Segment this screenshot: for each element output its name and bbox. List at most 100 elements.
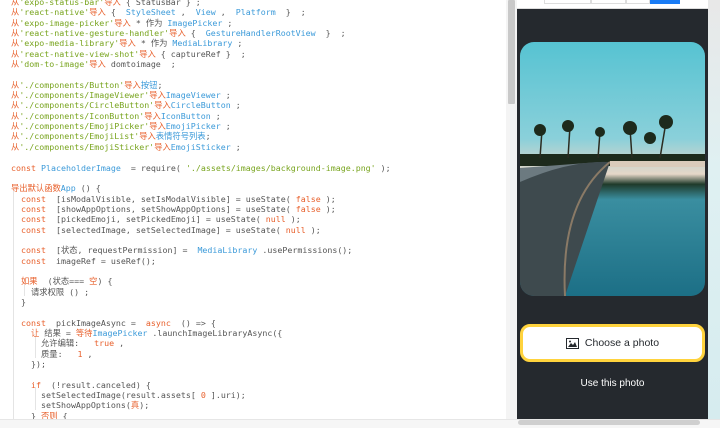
code-token: ); — [305, 224, 321, 235]
code-token: 导入 — [124, 79, 141, 90]
code-token: } ; — [275, 7, 306, 18]
code-line: const [状态, requestPermission] = MediaLib… — [11, 245, 391, 255]
code-token: * 作为 — [130, 17, 168, 28]
code-token: 导入 — [104, 0, 121, 7]
code-line: if (!result.canceled) { — [11, 380, 391, 390]
code-token: , — [82, 348, 93, 359]
code-line: const [pickedEmoji, setPickedEmoji] = us… — [11, 214, 391, 224]
code-token: PlaceholderImage — [40, 162, 121, 173]
code-token: ; — [205, 131, 211, 142]
code-token: ); — [285, 214, 301, 225]
code-line: 从'expo-media-library'导入 * 作为 MediaLibrar… — [11, 38, 391, 48]
code-token: './components/EmojiSticker' — [19, 141, 155, 152]
code-editor[interactable]: 从'expo-status-bar'导入 { StatusBar } ; 从're… — [0, 0, 506, 428]
code-token: () => { — [175, 317, 216, 328]
code-token: ) { — [97, 276, 113, 287]
code-line: 从'react-native-view-shot'导入 { captureRef… — [11, 49, 391, 59]
choose-photo-label: Choose a photo — [584, 337, 660, 349]
scrollbar-thumb[interactable] — [508, 0, 515, 104]
code-token: domtoimage ; — [105, 59, 176, 70]
code-token: 'react-native-view-shot' — [19, 48, 140, 59]
code-line: 从'expo-status-bar'导入 { StatusBar } ; — [11, 0, 391, 7]
code-line: 从'./components/EmojiSticker'导入EmojiStick… — [11, 142, 391, 152]
code-token: ; — [157, 79, 163, 90]
code-token: ); — [320, 203, 336, 214]
code-token: { captureRef } ; — [155, 48, 246, 59]
code-token: IconButton — [160, 110, 211, 121]
code-token: 让 — [11, 328, 45, 338]
code-token: StyleSheet — [125, 7, 176, 18]
code-token: './components/CircleButton' — [19, 100, 155, 111]
code-token: false — [295, 203, 321, 214]
code-token: if — [11, 379, 46, 390]
code-token: { StatusBar } ; — [120, 0, 201, 7]
horizontal-scrollbar-thumb[interactable] — [518, 420, 700, 425]
code-token: App — [60, 183, 76, 194]
code-token: ); — [139, 400, 150, 411]
code-line: 让 结果 = 等待ImagePicker .launchImageLibrary… — [11, 328, 391, 338]
code-line: const [selectedImage, setSelectedImage] … — [11, 225, 391, 235]
code-token: async — [145, 317, 176, 328]
code-token: (!result.canceled) { — [45, 379, 151, 390]
code-token: ; — [220, 121, 231, 132]
code-token: const — [11, 193, 51, 204]
code-token: 导入 — [169, 28, 186, 39]
code-token: const — [11, 162, 41, 173]
code-line: 请求权限 () ; — [11, 287, 391, 297]
code-token: ; — [210, 110, 221, 121]
code-token: null — [285, 224, 306, 235]
toolbar-tab[interactable] — [626, 0, 650, 4]
code-token: 表情符号列表 — [155, 131, 206, 142]
code-token: 导入 — [89, 59, 106, 70]
code-token: [pickedEmoji, setPickedEmoji] = useState… — [50, 214, 266, 225]
code-line: 从'./components/CircleButton'导入CircleButt… — [11, 100, 391, 110]
toolbar-tab-active[interactable] — [650, 0, 680, 4]
code-token: true — [94, 338, 115, 349]
code-token: './components/ImageViewer' — [19, 90, 150, 101]
code-token: const — [11, 317, 51, 328]
code-token: 导出默认函数 — [11, 183, 61, 194]
code-line: 从'expo-image-picker'导入 * 作为 ImagePicker … — [11, 18, 391, 28]
code-token: ; — [222, 17, 233, 28]
code-token: './components/EmojiPicker' — [19, 121, 150, 132]
code-token: ].uri); — [205, 390, 246, 401]
code-token: 等待 — [75, 328, 93, 338]
code-token: , — [215, 7, 236, 18]
code-token: * 作为 — [135, 38, 173, 49]
code-line: 从'react-native-gesture-handler'导入 { Gest… — [11, 28, 391, 38]
image-viewer — [520, 42, 705, 296]
code-token: './components/Button' — [19, 79, 125, 90]
code-line: }); — [11, 359, 391, 369]
code-token: 如果 — [11, 276, 43, 287]
code-token: CircleButton — [170, 100, 231, 111]
code-token: ; — [230, 141, 241, 152]
use-this-photo-button[interactable]: Use this photo — [520, 374, 705, 392]
code-line: 从'dom-to-image'导入 domtoimage ; — [11, 59, 391, 69]
code-line: 导出默认函数App () { — [11, 183, 391, 193]
code-token: ImagePicker — [92, 328, 148, 338]
code-token: 导入 — [89, 7, 106, 18]
code-token: MediaLibrary — [172, 38, 233, 49]
code-line: 如果 (状态=== 空) { — [11, 276, 391, 286]
code-token: = require( — [120, 162, 186, 173]
code-content: 从'expo-status-bar'导入 { StatusBar } ; 从're… — [11, 0, 391, 428]
code-token: 质量: — [11, 348, 78, 359]
code-line: const imageRef = useRef(); — [11, 256, 391, 266]
code-token: imageRef = useRef(); — [50, 255, 156, 266]
toolbar-tab[interactable] — [544, 0, 591, 4]
choose-photo-button[interactable]: Choose a photo — [520, 324, 705, 362]
code-token: const — [11, 224, 51, 235]
code-token: 允许编辑: — [11, 338, 95, 349]
code-token: { — [105, 7, 126, 18]
code-token: [isModalVisible, setIsModalVisible] = us… — [50, 193, 296, 204]
toolbar-tab[interactable] — [591, 0, 626, 4]
code-token: setSelectedImage(result.assets[ — [11, 390, 201, 401]
code-line: setShowAppOptions(真); — [11, 400, 391, 410]
code-token: setShowAppOptions( — [11, 400, 131, 411]
code-token: [selectedImage, setSelectedImage] = useS… — [50, 224, 286, 235]
code-line: 从'./components/Button'导入按钮; — [11, 80, 391, 90]
code-token: 导入 — [114, 17, 131, 28]
code-token: EmojiSticker — [170, 141, 231, 152]
